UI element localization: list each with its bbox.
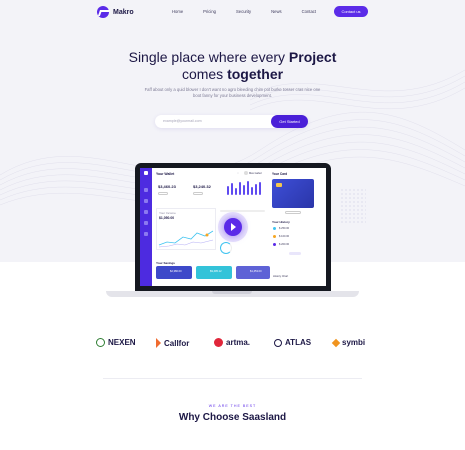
- partner-name: Callfor: [164, 338, 190, 348]
- nexen-icon: [96, 338, 105, 347]
- dot-grid-decoration: [340, 188, 366, 224]
- savings-tile-3[interactable]: $1,453.00: [236, 266, 270, 279]
- history-list-title: Your History: [272, 220, 290, 224]
- email-input[interactable]: example@yourmail.com: [163, 119, 202, 123]
- partner-name: artma.: [226, 338, 251, 347]
- income-chart-panel: Your Income $1,050.00: [156, 208, 216, 250]
- sidebar-settings-icon: [144, 232, 148, 236]
- hero-title-line-2: comes together: [0, 66, 465, 82]
- main-nav: Home Pricing Security News Contact: [172, 9, 336, 14]
- hero-title-plain-2: comes: [181, 66, 228, 82]
- chart-bar: [255, 184, 257, 195]
- avatar: [244, 171, 248, 175]
- chart-bar: [259, 182, 261, 195]
- view-all-button[interactable]: [289, 252, 301, 255]
- savings-tile-1[interactable]: $2,380.00: [156, 266, 192, 279]
- balance-value-2: $3,240.32: [193, 184, 211, 189]
- chart-bar: [231, 183, 233, 195]
- partner-logo-symbi: symbi: [331, 338, 366, 347]
- section-kicker: WE ARE THE BEST: [208, 404, 257, 408]
- card-action-pill[interactable]: [285, 211, 301, 214]
- nav-item-home[interactable]: Home: [172, 9, 183, 14]
- artma-icon: [214, 338, 223, 347]
- card-chip-icon: [276, 183, 282, 187]
- callfor-icon: [156, 338, 161, 348]
- hero-title-bold-1: Project: [288, 49, 337, 65]
- section-title: Why Choose Saasland: [178, 412, 287, 423]
- symbi-icon: [331, 338, 341, 347]
- tile-value-3: $1,453.00: [250, 270, 262, 273]
- list-item: $ 100.00: [279, 234, 290, 238]
- partner-logo-callfor: Callfor: [156, 338, 189, 348]
- chart-bar: [235, 188, 237, 195]
- income-line-chart: [158, 230, 214, 248]
- sidebar-chart-icon: [144, 199, 148, 203]
- partner-logo-artma: artma.: [214, 338, 250, 347]
- credit-card-primary[interactable]: [272, 179, 314, 208]
- sidebar-wallet-icon: [144, 210, 148, 214]
- dashboard-screen: Your Wallet Max Isabel ◌ $3,460.23 $3,24…: [140, 168, 326, 286]
- savings-title: Your Savings: [156, 261, 175, 265]
- chart-bar: [247, 181, 249, 195]
- play-video-button[interactable]: [224, 218, 242, 236]
- balance-pill-2[interactable]: [193, 192, 203, 195]
- history-chart-title: History Chart: [273, 275, 289, 278]
- list-item-dot: [273, 227, 276, 230]
- laptop-mockup: Your Wallet Max Isabel ◌ $3,460.23 $3,24…: [135, 163, 331, 291]
- list-item: $ 250.00: [279, 226, 290, 230]
- chart-bar: [243, 185, 245, 195]
- hero-title-bold-2: together: [227, 66, 284, 82]
- chart-bar: [227, 186, 229, 195]
- section-divider: [103, 378, 362, 379]
- hero-subtitle: Faff about only a quid blower I don't wa…: [144, 87, 321, 98]
- progress-track: [220, 210, 265, 212]
- partner-logo-atlas: ATLAS: [274, 338, 311, 347]
- sidebar-logo-icon: [144, 171, 148, 175]
- partner-name: NEXEN: [108, 338, 136, 347]
- nav-item-pricing[interactable]: Pricing: [203, 9, 216, 14]
- nav-item-news[interactable]: News: [271, 9, 281, 14]
- brand-logo[interactable]: Makro: [97, 6, 134, 18]
- partner-logo-nexen: NEXEN: [96, 338, 136, 347]
- chart-marker: [205, 233, 209, 237]
- balance-value-1: $3,460.23: [158, 184, 176, 189]
- hero-title-plain-1: Single place where every: [128, 49, 289, 65]
- partner-name: symbi: [342, 338, 366, 347]
- email-signup-form: example@yourmail.com Get Started: [155, 115, 308, 128]
- balance-card-1: $3,460.23: [156, 179, 184, 199]
- sidebar-home-icon: [144, 188, 148, 192]
- tile-value-2: $9,495.12: [210, 270, 222, 273]
- bell-icon[interactable]: ◌: [237, 171, 239, 175]
- user-name: Max Isabel: [249, 171, 262, 175]
- balance-card-2: $3,240.32: [191, 179, 219, 199]
- savings-tile-2[interactable]: $9,495.12: [196, 266, 232, 279]
- brand-name: Makro: [113, 8, 134, 16]
- wallet-title: Your Wallet: [156, 172, 175, 176]
- donut-chart: [220, 242, 232, 254]
- chart-bar: [251, 187, 253, 195]
- nav-item-contact[interactable]: Contact: [302, 9, 316, 14]
- dashboard-sidebar: [140, 168, 152, 286]
- laptop-notch: [212, 291, 252, 294]
- partner-name: ATLAS: [285, 338, 312, 347]
- get-started-button[interactable]: Get Started: [271, 115, 308, 128]
- mini-bar-chart: [226, 180, 266, 195]
- list-item: $ 200.00: [279, 242, 290, 246]
- hero-title-line-1: Single place where every Project: [0, 49, 465, 65]
- play-icon: [231, 223, 236, 231]
- chart-bar: [239, 182, 241, 195]
- contact-us-button[interactable]: Contact us: [334, 6, 368, 17]
- balance-pill-1[interactable]: [158, 192, 168, 195]
- cards-title: Your Card: [272, 172, 288, 176]
- atlas-icon: [274, 338, 282, 347]
- nav-item-security[interactable]: Security: [236, 9, 251, 14]
- sidebar-user-icon: [144, 221, 148, 225]
- list-item-dot: [273, 243, 276, 246]
- list-item-dot: [273, 235, 276, 238]
- logo-mark-icon: [97, 6, 109, 18]
- tile-value-1: $2,380.00: [170, 270, 182, 273]
